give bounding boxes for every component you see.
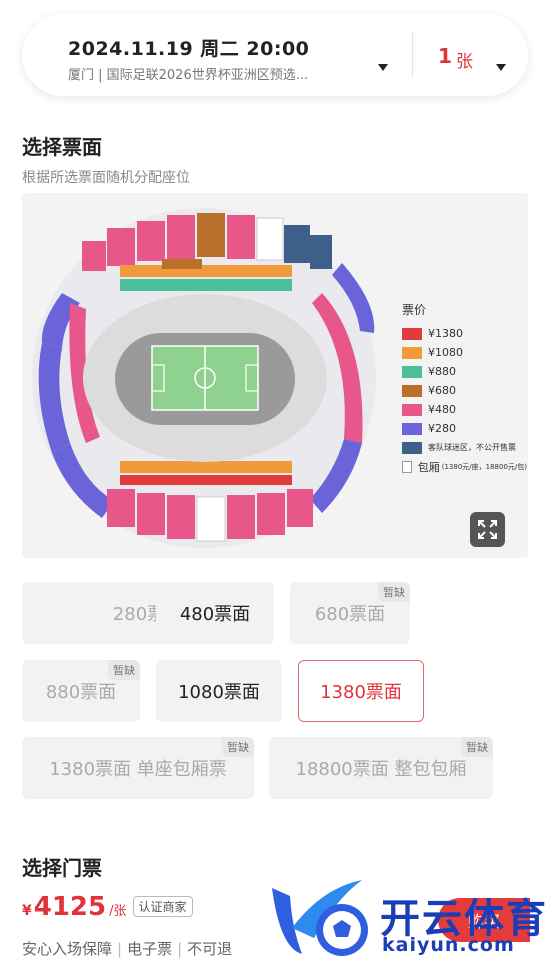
price-tile-label: 680票面: [314, 604, 386, 625]
ticket-guarantees: 安心入场保障 | 电子票 | 不可退: [22, 938, 232, 959]
soldout-badge: 暂缺: [378, 582, 410, 602]
legend-item: 包厢 (1380元/座，18800元/包): [402, 457, 527, 476]
expand-icon: [478, 520, 497, 539]
legend-label: ¥1380: [428, 327, 463, 340]
event-datetime: 2024.11.19 周二 20:00: [68, 38, 310, 60]
price-unit: /张: [109, 904, 127, 919]
legend-item: ¥280: [402, 419, 527, 438]
legend-swatch: [402, 422, 422, 435]
legend-label: ¥1080: [428, 346, 463, 359]
price-tile-1380-box-seat[interactable]: 1380票面 单座包厢票 暂缺: [22, 737, 254, 799]
price-tile-18800-full-box[interactable]: 18800票面 整包包厢 暂缺: [269, 737, 493, 799]
price-tile-1380[interactable]: 1380票面: [298, 660, 424, 722]
quantity-caret-down-icon[interactable]: [496, 64, 506, 71]
seat-section-title: 选择票面: [22, 135, 102, 159]
soldout-badge: 暂缺: [461, 737, 493, 757]
soldout-badge: 暂缺: [108, 660, 140, 680]
price-amount: 4125: [33, 892, 107, 922]
ticket-section-title: 选择门票: [22, 856, 102, 880]
guarantee-item: 不可退: [187, 940, 233, 958]
legend-label: ¥280: [428, 422, 456, 435]
stadium-seat-map[interactable]: 票价 ¥1380 ¥1080 ¥880 ¥680 ¥480 ¥280 客队球迷区…: [22, 193, 528, 558]
legend-title: 票价: [402, 303, 427, 317]
legend-item: 客队球迷区，不公开售票: [402, 438, 527, 457]
legend-label: 包厢: [417, 460, 440, 474]
price-tile-680[interactable]: 680票面 暂缺: [290, 582, 410, 644]
price-tile-880[interactable]: 880票面 暂缺: [22, 660, 140, 722]
event-caret-down-icon[interactable]: [378, 64, 388, 71]
event-selector-card[interactable]: 2024.11.19 周二 20:00 厦门 | 国际足联2026世界杯亚洲区预…: [22, 14, 528, 96]
legend-swatch: [402, 327, 422, 340]
price-tile-label: 1380票面: [320, 682, 402, 703]
watermark-k-icon: [272, 880, 368, 956]
legend-swatch: [402, 384, 422, 397]
legend-swatch: [402, 346, 422, 359]
price-tile-label: 480票面: [179, 604, 251, 625]
certified-merchant-badge: 认证商家: [132, 896, 193, 917]
legend-swatch: [402, 365, 422, 378]
guarantee-item: 电子票: [127, 940, 173, 958]
legend-label: ¥880: [428, 365, 456, 378]
quantity-unit: 张: [456, 52, 473, 72]
price-tile-480[interactable]: 480票面: [156, 582, 274, 644]
legend-item: ¥1080: [402, 343, 527, 362]
soldout-badge: 暂缺: [222, 737, 254, 757]
legend-item: ¥1380: [402, 324, 527, 343]
ticket-price-row: ¥ 4125 /张 认证商家: [22, 892, 193, 922]
seat-section-subtitle: 根据所选票面随机分配座位: [22, 170, 190, 186]
event-venue: 厦门 | 国际足联2026世界杯亚洲区预选...: [68, 68, 309, 83]
legend-note: (1380元/座，18800元/包): [441, 462, 527, 471]
guarantee-separator: |: [177, 940, 183, 958]
price-tile-label: 880票面: [45, 682, 117, 703]
price-currency: ¥: [22, 903, 32, 919]
guarantee-separator: |: [117, 940, 123, 958]
legend-swatch: [402, 460, 412, 473]
watermark-logo: 开云体育 kaiyun.com: [262, 868, 550, 968]
legend-item: ¥680: [402, 381, 527, 400]
legend-swatch: [402, 403, 422, 416]
watermark-url: kaiyun.com: [382, 934, 515, 956]
guarantee-item: 安心入场保障: [22, 940, 113, 958]
legend-item: ¥880: [402, 362, 527, 381]
legend-label: 客队球迷区，不公开售票: [428, 443, 516, 452]
legend-item: ¥480: [402, 400, 527, 419]
legend-label: ¥680: [428, 384, 456, 397]
price-tile-label: 1080票面: [178, 682, 260, 703]
expand-map-button[interactable]: [470, 512, 505, 547]
price-tile-label: 1380票面 单座包厢票: [49, 759, 227, 780]
header-divider: [412, 32, 413, 78]
quantity-value[interactable]: 1: [438, 44, 452, 68]
legend-label: ¥480: [428, 403, 456, 416]
legend-swatch: [402, 441, 422, 454]
price-tile-label: 18800票面 整包包厢: [295, 759, 467, 780]
price-legend: 票价 ¥1380 ¥1080 ¥880 ¥680 ¥480 ¥280 客队球迷区…: [402, 301, 527, 476]
price-tile-1080[interactable]: 1080票面: [156, 660, 282, 722]
